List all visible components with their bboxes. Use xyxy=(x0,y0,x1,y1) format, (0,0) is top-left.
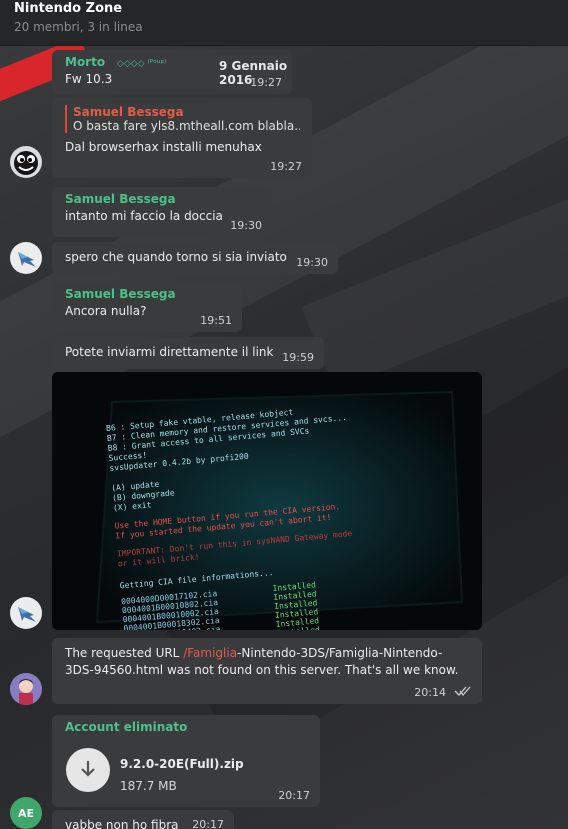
message-time: 19:27 xyxy=(250,76,282,89)
message-bubble[interactable]: Potete inviarmi direttamente il link 19:… xyxy=(52,337,324,369)
photo-image: B6 : Setup fake vtable, release kobjectB… xyxy=(52,372,482,630)
message-text-start: The requested URL xyxy=(65,646,184,660)
chat-header[interactable]: Nintendo Zone 20 membri, 3 in linea xyxy=(0,0,568,46)
message-bubble[interactable]: Samuel Bessega intanto mi faccio la docc… xyxy=(52,187,272,237)
reply-sender: Samuel Bessega xyxy=(73,105,184,119)
message-text: Potete inviarmi direttamente il link xyxy=(65,345,274,359)
avatar[interactable]: AE xyxy=(10,797,42,829)
message-bubble[interactable]: Samuel Bessega Ancora nulla? 19:51 xyxy=(52,282,242,332)
message-text: The requested URL /Famiglia-Nintendo-3DS… xyxy=(65,645,470,679)
message-text: Dal browserhax installi menuhax xyxy=(65,140,262,154)
message-sender[interactable]: Morto xyxy=(65,55,105,69)
message-bubble[interactable]: Morto ◇◇◇◇ ⁽ᴾᵒᵘᵖ⁾ 9 Gennaio 2016 Fw 10.3… xyxy=(52,50,292,94)
message-sender[interactable]: Samuel Bessega xyxy=(65,192,260,206)
message-time: 20:17 xyxy=(192,818,224,829)
sender-badge: ◇◇◇◇ ⁽ᴾᵒᵘᵖ⁾ xyxy=(116,59,167,69)
chat-subtitle: 20 membri, 3 in linea xyxy=(14,20,143,34)
message-bubble[interactable]: spero che quando torno si sia inviato 19… xyxy=(52,242,338,274)
download-button[interactable] xyxy=(66,748,110,792)
avatar[interactable] xyxy=(10,597,42,629)
message-time: 19:30 xyxy=(230,219,262,232)
message-time: 20:17 xyxy=(278,789,310,802)
message-sender[interactable]: Samuel Bessega xyxy=(65,287,230,301)
message-bubble[interactable]: Account eliminato 9.2.0-20E(Full).zip 18… xyxy=(52,715,320,807)
message-bubble[interactable]: The requested URL /Famiglia-Nintendo-3DS… xyxy=(52,638,482,704)
message-time: 19:51 xyxy=(200,314,232,327)
message-time: 19:27 xyxy=(270,160,302,173)
avatar[interactable] xyxy=(10,242,42,274)
message-bubble[interactable]: Samuel Bessega O basta fare yls8.mtheall… xyxy=(52,98,312,178)
message-time: 20:14 xyxy=(414,686,446,699)
download-arrow-icon xyxy=(80,760,96,781)
file-name[interactable]: 9.2.0-20E(Full).zip xyxy=(120,757,244,771)
reply-quote[interactable]: Samuel Bessega O basta fare yls8.mtheall… xyxy=(65,105,300,133)
message-time: 19:30 xyxy=(296,256,328,269)
message-text: spero che quando torno si sia inviato xyxy=(65,250,287,264)
reply-text: O basta fare yls8.mtheall.com blabla... xyxy=(73,119,300,133)
avatar[interactable] xyxy=(10,673,42,705)
message-time: 19:59 xyxy=(282,351,314,364)
read-check-icon xyxy=(454,685,472,700)
message-link[interactable]: /Famiglia xyxy=(183,646,237,660)
file-size: 187.7 MB xyxy=(120,779,177,793)
avatar[interactable] xyxy=(10,146,42,178)
photo-message[interactable]: B6 : Setup fake vtable, release kobject B… xyxy=(52,372,482,630)
chat-title: Nintendo Zone xyxy=(14,1,123,16)
message-sender[interactable]: Account eliminato xyxy=(65,720,308,734)
message-bubble[interactable]: vabbe non ho fibra 20:17 xyxy=(52,810,234,829)
